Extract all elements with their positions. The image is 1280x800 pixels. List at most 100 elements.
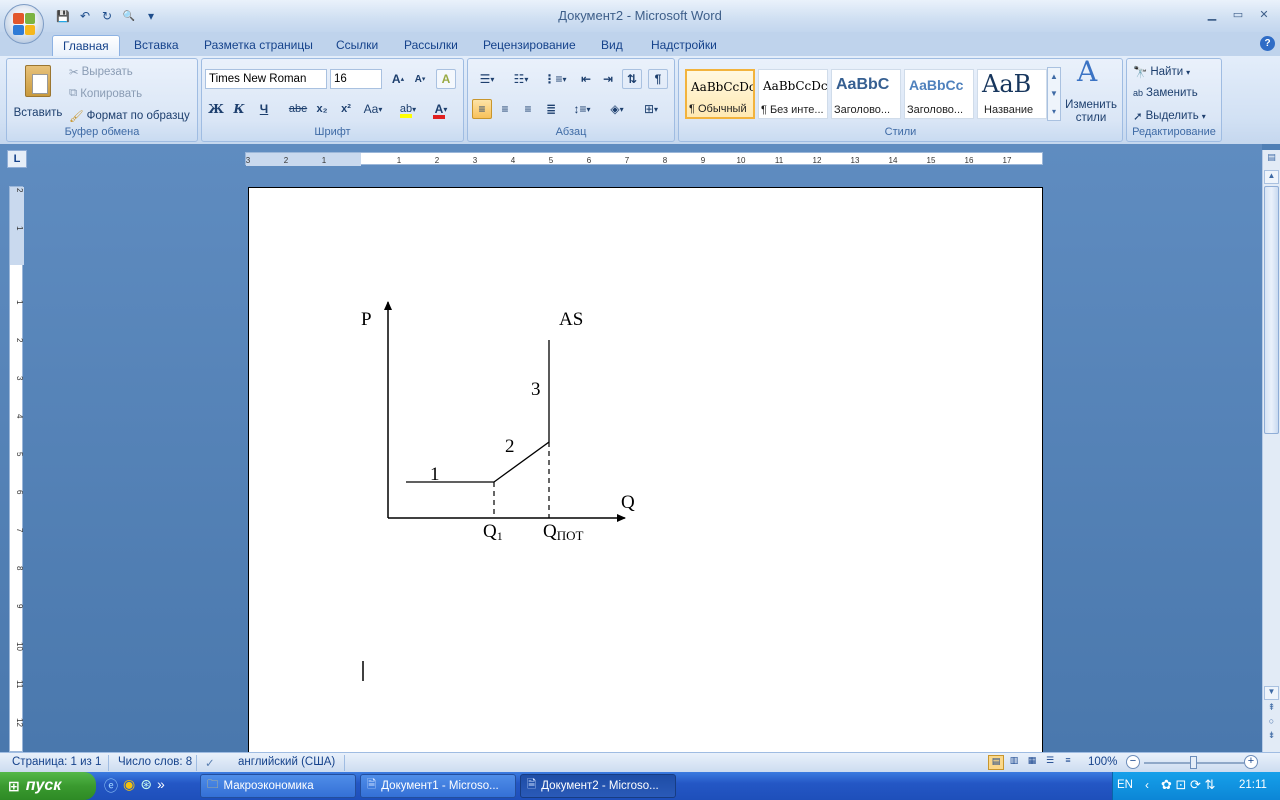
print-layout-icon[interactable]: ▤ bbox=[988, 755, 1004, 770]
show-marks-button[interactable]: ¶ bbox=[648, 69, 668, 89]
highlight-icon: ab bbox=[399, 103, 413, 118]
align-left-icon[interactable]: ≡ bbox=[472, 99, 492, 119]
taskbar-window-doc1[interactable]: 🗎 Документ1 - Microso... bbox=[360, 774, 516, 798]
grow-font-button[interactable]: A ▴ bbox=[388, 69, 408, 89]
styles-scroll[interactable]: ▲ ▼ ▾ bbox=[1047, 67, 1061, 121]
find-button[interactable]: 🔭 Найти ▾ bbox=[1133, 65, 1190, 79]
vertical-scrollbar[interactable]: ▤ ▲ ▼ ⇞ ○ ⇟ bbox=[1262, 150, 1280, 752]
scroll-up-icon[interactable]: ▲ bbox=[1264, 170, 1279, 184]
font-color-button[interactable]: A ▾ bbox=[426, 99, 456, 119]
draft-icon[interactable]: ≡ bbox=[1060, 755, 1076, 770]
horizontal-ruler[interactable]: 3 2 1 1 2 3 4 5 6 7 8 9 10 11 12 13 14 15 16 17 bbox=[245, 152, 1043, 166]
change-styles-button[interactable]: A Изменить стили bbox=[1061, 58, 1121, 125]
ie-icon[interactable]: ⓔ bbox=[104, 776, 118, 796]
superscript-button[interactable]: x² bbox=[336, 99, 356, 119]
previous-page-icon[interactable]: ⇞ bbox=[1264, 702, 1279, 716]
tab-review[interactable]: Рецензирование bbox=[473, 35, 586, 56]
line-spacing-icon[interactable]: ↕≡ ▾ bbox=[568, 99, 596, 119]
start-button[interactable]: ⊞ пуск bbox=[0, 772, 96, 800]
tab-home[interactable]: Главная bbox=[52, 35, 120, 56]
select-browse-object-icon[interactable]: ○ bbox=[1264, 716, 1279, 730]
clock[interactable]: 21:11 bbox=[1239, 779, 1267, 791]
tab-selector[interactable]: L bbox=[7, 150, 27, 168]
web-layout-icon[interactable]: ▦ bbox=[1024, 755, 1040, 770]
office-button[interactable] bbox=[4, 4, 44, 44]
tab-mailings[interactable]: Рассылки bbox=[394, 35, 468, 56]
style-title[interactable]: AaB Название bbox=[977, 69, 1047, 119]
numbering-icon[interactable]: ☷ ▾ bbox=[506, 69, 536, 89]
close-button[interactable]: ✕ bbox=[1256, 6, 1272, 22]
borders-icon[interactable]: ⊞ ▾ bbox=[636, 99, 666, 119]
sort-icon[interactable]: ⇅ bbox=[622, 69, 642, 89]
document-page[interactable]: P Q AS 1 2 3 Q1 QПОТ bbox=[248, 187, 1043, 757]
tab-view[interactable]: Вид bbox=[591, 35, 633, 56]
proofing-icon[interactable]: ✓ bbox=[205, 756, 215, 770]
multilevel-list-icon[interactable]: ⋮≡ ▾ bbox=[540, 69, 570, 89]
scroll-thumb[interactable] bbox=[1264, 186, 1279, 434]
bold-button[interactable]: Ж bbox=[206, 99, 226, 119]
increase-indent-icon[interactable]: ⇥ bbox=[598, 69, 618, 89]
full-screen-reading-icon[interactable]: ▥ bbox=[1006, 755, 1022, 770]
align-right-icon[interactable]: ≡ bbox=[518, 99, 538, 119]
quick-launch-more[interactable]: » bbox=[157, 776, 165, 796]
outline-icon[interactable]: ☰ bbox=[1042, 755, 1058, 770]
language-indicator[interactable]: EN bbox=[1117, 779, 1133, 791]
page-count[interactable]: Страница: 1 из 1 bbox=[12, 756, 101, 768]
zoom-slider-thumb[interactable] bbox=[1190, 756, 1197, 769]
style-normal[interactable]: AaBbCcDc ¶ Обычный bbox=[685, 69, 755, 119]
decrease-indent-icon[interactable]: ⇤ bbox=[576, 69, 596, 89]
highlight-button[interactable]: ab ▾ bbox=[393, 99, 423, 119]
chevron-up-icon[interactable]: ▲ bbox=[1050, 72, 1058, 81]
zoom-level[interactable]: 100% bbox=[1088, 756, 1117, 768]
more-styles-icon[interactable]: ▾ bbox=[1052, 107, 1056, 116]
zoom-in-icon[interactable]: + bbox=[1244, 755, 1258, 769]
language-status[interactable]: английский (США) bbox=[238, 756, 335, 768]
align-center-icon[interactable]: ≡ bbox=[495, 99, 515, 119]
underline-button[interactable]: Ч bbox=[254, 99, 274, 119]
paste-button[interactable]: Вставить bbox=[11, 63, 65, 125]
clipboard-group: Вставить ✂ Вырезать ⧉ Копировать 🖌 Формат п… bbox=[6, 58, 198, 142]
style-heading-2[interactable]: AaBbCc Заголово... bbox=[904, 69, 974, 119]
tab-addins[interactable]: Надстройки bbox=[641, 35, 727, 56]
tray-expand-icon[interactable]: ‹ bbox=[1145, 778, 1149, 792]
zoom-out-icon[interactable]: − bbox=[1126, 755, 1140, 769]
replace-button[interactable]: ab Заменить bbox=[1133, 87, 1198, 99]
vertical-ruler[interactable]: 2 1 1 2 3 4 5 6 7 8 9 10 11 12 bbox=[9, 186, 24, 752]
minimize-button[interactable]: ▁ bbox=[1204, 6, 1220, 22]
bullets-icon[interactable]: ☰ ▾ bbox=[472, 69, 502, 89]
tab-page-layout[interactable]: Разметка страницы bbox=[194, 35, 323, 56]
chevron-down-icon[interactable]: ▼ bbox=[1050, 89, 1058, 98]
ruler-tick-label: 5 bbox=[15, 452, 24, 457]
shading-icon[interactable]: ◈ ▾ bbox=[602, 99, 632, 119]
strikethrough-button[interactable]: abe bbox=[288, 99, 308, 119]
tab-references[interactable]: Ссылки bbox=[326, 35, 388, 56]
subscript-button[interactable]: x₂ bbox=[312, 99, 332, 119]
style-heading-1[interactable]: AaBbC Заголово... bbox=[831, 69, 901, 119]
cut-button[interactable]: ✂ Вырезать bbox=[69, 65, 133, 79]
app-icon[interactable]: ⊛ bbox=[140, 776, 152, 796]
ruler-toggle-icon[interactable]: ▤ bbox=[1264, 152, 1279, 166]
ruler-tick-label: 7 bbox=[15, 528, 24, 533]
word-count[interactable]: Число слов: 8 bbox=[118, 756, 192, 768]
justify-icon[interactable]: ≣ bbox=[541, 99, 561, 119]
shrink-font-button[interactable]: A ▾ bbox=[410, 69, 430, 89]
taskbar-window-folder[interactable]: 🗀 Макроэкономика bbox=[200, 774, 356, 798]
font-family-select[interactable]: Times New Roman bbox=[205, 69, 327, 89]
scroll-down-icon[interactable]: ▼ bbox=[1264, 686, 1279, 700]
maximize-button[interactable]: ▭ bbox=[1230, 6, 1246, 22]
chrome-icon[interactable]: ◉ bbox=[123, 776, 135, 796]
help-icon[interactable]: ? bbox=[1260, 36, 1275, 51]
clear-format-button[interactable]: A bbox=[436, 69, 456, 89]
next-page-icon[interactable]: ⇟ bbox=[1264, 730, 1279, 744]
change-case-button[interactable]: Aa ▾ bbox=[360, 99, 386, 119]
style-no-spacing[interactable]: AaBbCcDc ¶ Без инте... bbox=[758, 69, 828, 119]
taskbar-window-doc2[interactable]: 🗎 Документ2 - Microso... bbox=[520, 774, 676, 798]
tab-insert[interactable]: Вставка bbox=[124, 35, 189, 56]
select-button[interactable]: ➚ Выделить ▾ bbox=[1133, 109, 1206, 123]
format-painter-button[interactable]: 🖌 Формат по образцу bbox=[69, 109, 190, 123]
font-size-select[interactable]: 16 bbox=[330, 69, 382, 89]
as-label: AS bbox=[559, 309, 583, 330]
tray-icons[interactable]: ✿ ⊡ ⟳ ⇅ bbox=[1161, 777, 1215, 793]
italic-button[interactable]: К bbox=[229, 99, 249, 119]
copy-button[interactable]: ⧉ Копировать bbox=[69, 87, 142, 100]
